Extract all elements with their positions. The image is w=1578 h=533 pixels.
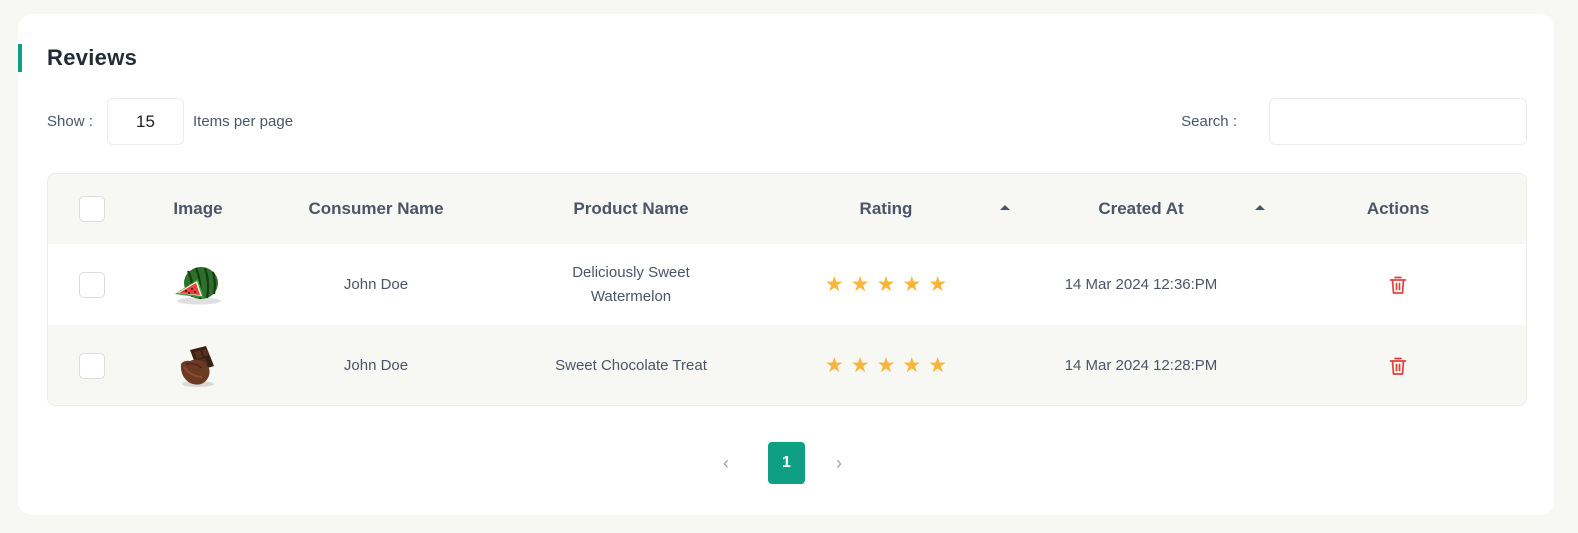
star-icon: ★	[928, 273, 948, 296]
product-name: Deliciously Sweet Watermelon	[528, 244, 734, 325]
row-checkbox[interactable]	[79, 352, 105, 379]
watermelon-icon	[175, 266, 221, 304]
table-controls: Show : 15 Items per page Search :	[47, 98, 1527, 146]
rating-cell: ★ ★ ★ ★ ★	[786, 244, 986, 325]
product-name-line2: Watermelon	[590, 287, 672, 305]
table-row: John Doe Deliciously Sweet Watermelon ★ …	[48, 244, 1526, 325]
star-rating: ★ ★ ★ ★ ★	[825, 355, 947, 376]
star-icon: ★	[850, 354, 870, 377]
star-icon: ★	[876, 354, 896, 377]
page-1-button[interactable]: 1	[768, 442, 805, 484]
header-consumer-name: Consumer Name	[308, 199, 444, 218]
actions-cell	[1298, 325, 1498, 405]
rating-cell: ★ ★ ★ ★ ★	[786, 325, 986, 405]
created-at: 14 Mar 2024 12:28:PM	[1064, 356, 1218, 374]
actions-cell	[1298, 244, 1498, 325]
created-at-sort-icon[interactable]	[1255, 205, 1265, 210]
product-name-line1: Deliciously Sweet	[572, 263, 690, 281]
trash-icon[interactable]	[1389, 275, 1407, 295]
per-page-input[interactable]: 15	[107, 98, 184, 145]
created-at: 14 Mar 2024 12:36:PM	[1064, 275, 1218, 293]
product-image-cell	[148, 244, 248, 325]
star-icon: ★	[902, 354, 922, 377]
title-accent-bar	[18, 44, 22, 72]
star-icon: ★	[850, 273, 870, 296]
row-select-cell	[68, 325, 116, 405]
reviews-card: Reviews Show : 15 Items per page Search …	[18, 14, 1554, 515]
star-rating: ★ ★ ★ ★ ★	[825, 274, 947, 295]
search-input[interactable]	[1269, 98, 1527, 145]
row-select-cell	[68, 244, 116, 325]
product-name: Sweet Chocolate Treat	[555, 356, 707, 374]
per-page-label: Items per page	[193, 113, 294, 130]
select-all-checkbox[interactable]	[79, 196, 105, 222]
star-icon: ★	[876, 273, 896, 296]
header-rating[interactable]: Rating	[786, 174, 986, 244]
search-label: Search :	[1181, 113, 1237, 130]
star-icon: ★	[824, 273, 844, 296]
table-row: John Doe Sweet Chocolate Treat ★ ★ ★ ★ ★…	[48, 325, 1526, 405]
pagination: ‹ 1 ›	[18, 442, 1554, 485]
star-icon: ★	[928, 354, 948, 377]
header-product-name: Product Name	[573, 199, 689, 218]
star-icon: ★	[824, 354, 844, 377]
trash-icon[interactable]	[1389, 356, 1407, 376]
chocolate-icon	[180, 345, 214, 387]
select-all-cell	[68, 174, 116, 244]
page-title: Reviews	[47, 45, 138, 70]
header-actions: Actions	[1366, 199, 1430, 218]
star-icon: ★	[902, 273, 922, 296]
show-label: Show :	[47, 113, 93, 130]
header-image: Image	[173, 199, 223, 218]
rating-sort-icon[interactable]	[1000, 205, 1010, 210]
consumer-name: John Doe	[343, 356, 409, 374]
prev-page-button[interactable]: ‹	[723, 454, 729, 472]
consumer-name: John Doe	[343, 275, 409, 293]
table-header-row: Image Consumer Name Product Name Rating …	[48, 174, 1526, 244]
reviews-table: Image Consumer Name Product Name Rating …	[47, 173, 1527, 406]
row-checkbox[interactable]	[79, 271, 105, 298]
product-image-cell	[148, 325, 248, 405]
header-created-at[interactable]: Created At	[1041, 174, 1241, 244]
next-page-button[interactable]: ›	[836, 454, 842, 472]
